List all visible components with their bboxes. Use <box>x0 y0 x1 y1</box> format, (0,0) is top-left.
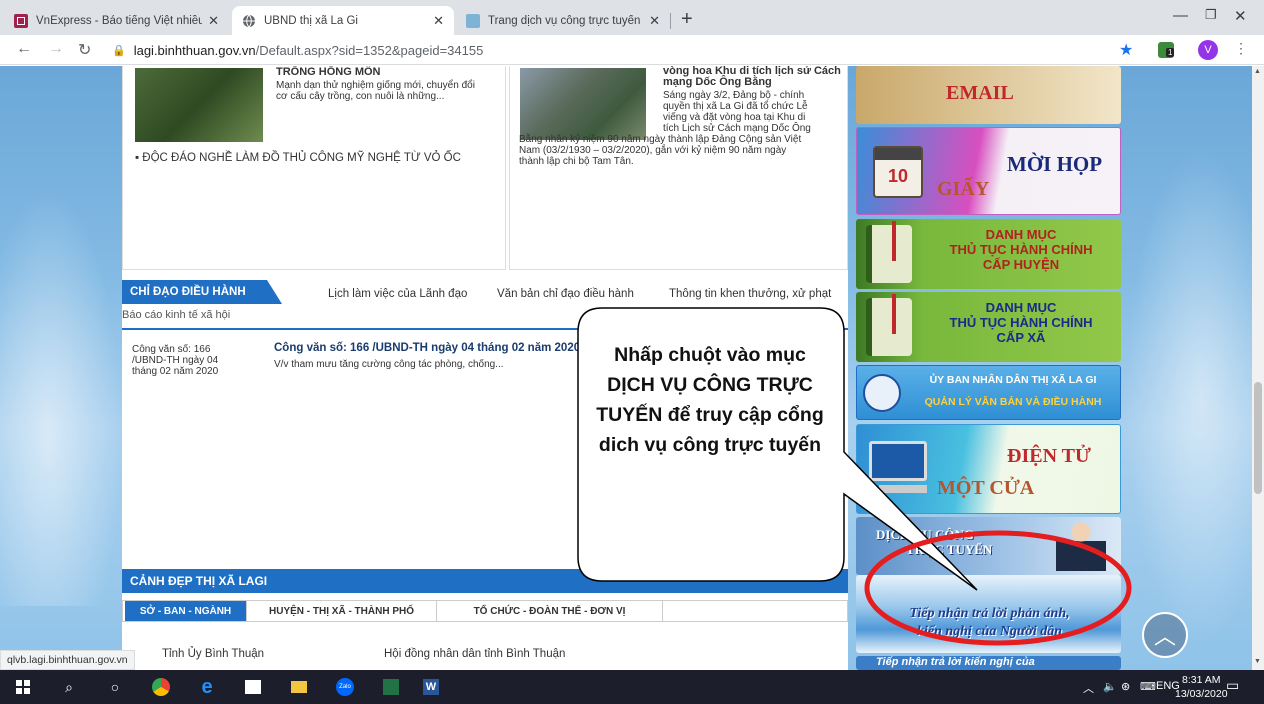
bookmark-star-icon[interactable]: ★ <box>1119 40 1133 60</box>
link-bao-cao-kt-xh[interactable]: Báo cáo kinh tế xã hội <box>122 309 230 321</box>
windows-start-icon[interactable] <box>12 676 34 698</box>
scroll-up-arrow-icon[interactable]: ▲ <box>1254 68 1261 75</box>
close-tab-icon[interactable]: ✕ <box>649 13 660 29</box>
tab-vnexpress[interactable]: VnExpress - Báo tiếng Việt nhiều ✕ <box>4 6 229 35</box>
forward-icon[interactable]: → <box>48 40 64 58</box>
news-title[interactable]: TRỒNG HỒNG MÔN <box>276 66 381 78</box>
status-bar-url: qlvb.lagi.binhthuan.gov.vn <box>0 650 135 670</box>
ime-icon[interactable]: ⌨ <box>1140 680 1156 693</box>
new-tab-button[interactable]: + <box>681 8 693 31</box>
windows-taskbar: ⌕ ○ e Zalo W ︿ 🔈 ⊛ ⌨ ENG 8:31 AM 13/03/2… <box>0 670 1264 704</box>
tab-title: Trang dịch vụ công trực tuyến <box>488 14 641 27</box>
extension-badge: 1 <box>1166 48 1175 57</box>
back-icon[interactable]: ← <box>16 40 32 58</box>
scrollbar-thumb[interactable] <box>1254 382 1262 494</box>
page-favicon <box>466 13 480 28</box>
keyboard-icon <box>879 485 927 493</box>
file-explorer-icon[interactable] <box>288 676 310 698</box>
profile-avatar[interactable]: V <box>1198 40 1218 60</box>
tab-title: UBND thị xã La Gi <box>264 14 358 27</box>
system-clock[interactable]: 8:31 AM 13/03/2020 <box>1175 673 1228 701</box>
tab-ubnd-lagi[interactable]: UBND thị xã La Gi ✕ <box>232 6 454 35</box>
link-tinh-uy[interactable]: Tỉnh Ủy Bình Thuận <box>162 648 264 660</box>
news-thumbnail[interactable] <box>520 68 646 140</box>
zalo-icon[interactable]: Zalo <box>334 676 356 698</box>
close-tab-icon[interactable]: ✕ <box>433 13 444 29</box>
news-title[interactable]: vòng hoa Khu di tích lịch sử Cách mạng D… <box>663 66 843 88</box>
profile-initial: V <box>1204 44 1212 56</box>
excel-icon[interactable] <box>380 676 402 698</box>
vnexpress-favicon <box>14 13 28 28</box>
notification-icon[interactable]: ▭ <box>1226 677 1239 694</box>
tab-so-ban-nganh[interactable]: SỞ - BAN - NGÀNH <box>125 601 247 621</box>
address-bar[interactable]: 🔒 lagi.binhthuan.gov.vn/Default.aspx?sid… <box>112 39 1132 61</box>
highlight-ellipse <box>864 530 1132 646</box>
tab-separator <box>670 13 671 29</box>
lock-icon: 🔒 <box>112 44 126 57</box>
volume-icon[interactable]: 🔈 <box>1103 680 1117 693</box>
doc-title[interactable]: Công văn số: 166 /UBND-TH ngày 04 tháng … <box>274 342 580 354</box>
network-icon[interactable]: ⊛ <box>1121 680 1130 693</box>
news-desc: Sáng ngày 3/2, Đảng bộ - chính quyền thị… <box>663 90 811 134</box>
news-link[interactable]: ▪ ĐỘC ĐÁO NGHỀ LÀM ĐỒ THỦ CÔNG MỸ NGHỆ T… <box>135 152 461 164</box>
menu-icon[interactable]: ⋮ <box>1234 40 1248 57</box>
extension-icon[interactable]: 1 <box>1158 42 1175 58</box>
sky-background <box>1125 146 1252 646</box>
search-icon[interactable]: ⌕ <box>58 676 80 698</box>
news-desc: Mạnh dạn thử nghiệm giống mới, chuyển đổ… <box>276 80 475 102</box>
callout-text: Nhấp chuột vào mục DỊCH VỤ CÔNG TRỰC TUY… <box>596 344 824 456</box>
globe-favicon <box>242 14 256 28</box>
scroll-top-button[interactable]: ︿ <box>1142 612 1188 658</box>
calendar-icon: 10 <box>873 146 923 198</box>
banner-kien-nghi[interactable]: Tiếp nhận trả lời kiến nghị của <box>856 656 1121 670</box>
emblem-icon <box>863 374 901 412</box>
banner-qlvb[interactable]: ỦY BAN NHÂN DÂN THỊ XÃ LA GI QUẢN LÝ VĂN… <box>856 365 1121 420</box>
chrome-icon[interactable] <box>150 676 172 698</box>
tray-chevron-icon[interactable]: ︿ <box>1083 680 1094 696</box>
browser-toolbar: ← → ↻ 🔒 lagi.binhthuan.gov.vn/Default.as… <box>0 35 1264 65</box>
doc-desc: V/v tham mưu tăng cường công tác phòng, … <box>274 359 504 370</box>
canh-dep-tabs: SỞ - BAN - NGÀNH HUYỆN - THỊ XÃ - THÀNH … <box>122 600 848 622</box>
scroll-down-arrow-icon[interactable]: ▼ <box>1254 658 1261 665</box>
edge-icon[interactable]: e <box>196 676 218 698</box>
close-window-icon[interactable]: ✕ <box>1234 7 1247 25</box>
computer-icon <box>869 441 927 481</box>
minimize-icon[interactable]: — <box>1173 7 1188 24</box>
book-icon <box>866 294 912 356</box>
word-icon[interactable]: W <box>420 676 442 698</box>
url-text: lagi.binhthuan.gov.vn/Default.aspx?sid=1… <box>133 42 484 58</box>
restore-icon[interactable]: ❐ <box>1205 7 1217 23</box>
banner-mot-cua[interactable]: ĐIỆN TỬ MỘT CỬA <box>856 424 1121 514</box>
close-tab-icon[interactable]: ✕ <box>208 13 219 29</box>
sky-background <box>0 186 122 606</box>
banner-tthc-huyen[interactable]: DANH MỤC THỦ TỤC HÀNH CHÍNH CẤP HUYỆN <box>856 219 1121 289</box>
tab-title: VnExpress - Báo tiếng Việt nhiều <box>36 14 203 27</box>
tab-dichvucong[interactable]: Trang dịch vụ công trực tuyến ✕ <box>456 6 670 35</box>
news-thumbnail[interactable] <box>135 68 263 142</box>
banner-email[interactable]: EMAIL <box>856 66 1121 124</box>
news-box-left: TRỒNG HỒNG MÔN Mạnh dạn thử nghiệm giống… <box>122 66 506 270</box>
news-desc-cont: Bằng nhân kỷ niệm 90 năm ngày thành lập … <box>519 134 802 167</box>
reload-icon[interactable]: ↻ <box>78 40 91 60</box>
banner-tthc-xa[interactable]: DANH MỤC THỦ TỤC HÀNH CHÍNH CẤP XÃ <box>856 292 1121 362</box>
store-icon[interactable] <box>242 676 264 698</box>
link-lich-lam-viec[interactable]: Lịch làm việc của Lãnh đạo <box>328 288 467 300</box>
book-icon <box>866 221 912 283</box>
tab-huyen-thi-xa[interactable]: HUYỆN - THỊ XÃ - THÀNH PHỐ <box>247 601 437 621</box>
tab-to-chuc-doan-the[interactable]: TỔ CHỨC - ĐOÀN THỂ - ĐƠN VỊ <box>437 601 663 621</box>
news-box-right: vòng hoa Khu di tích lịch sử Cách mạng D… <box>509 66 848 270</box>
browser-tabstrip: VnExpress - Báo tiếng Việt nhiều ✕ UBND … <box>0 0 1264 35</box>
banner-moi-hop[interactable]: 10 MỜI HỌP GIẤY <box>856 127 1121 215</box>
link-khen-thuong[interactable]: Thông tin khen thưởng, xử phạt <box>669 288 831 300</box>
doc-image-alt[interactable]: Công văn số: 166 /UBND-TH ngày 04 tháng … <box>132 344 262 377</box>
tab-chi-dao-dieu-hanh[interactable]: CHỈ ĐẠO ĐIỀU HÀNH <box>122 280 282 304</box>
page-scrollbar[interactable]: ▲ ▼ <box>1252 66 1264 670</box>
chevron-up-icon: ︿ <box>1153 624 1176 649</box>
link-van-ban-chi-dao[interactable]: Văn bản chỉ đạo điều hành <box>497 288 634 300</box>
link-hdnd[interactable]: Hội đồng nhân dân tỉnh Bình Thuận <box>384 648 565 660</box>
task-view-icon[interactable]: ○ <box>104 676 126 698</box>
